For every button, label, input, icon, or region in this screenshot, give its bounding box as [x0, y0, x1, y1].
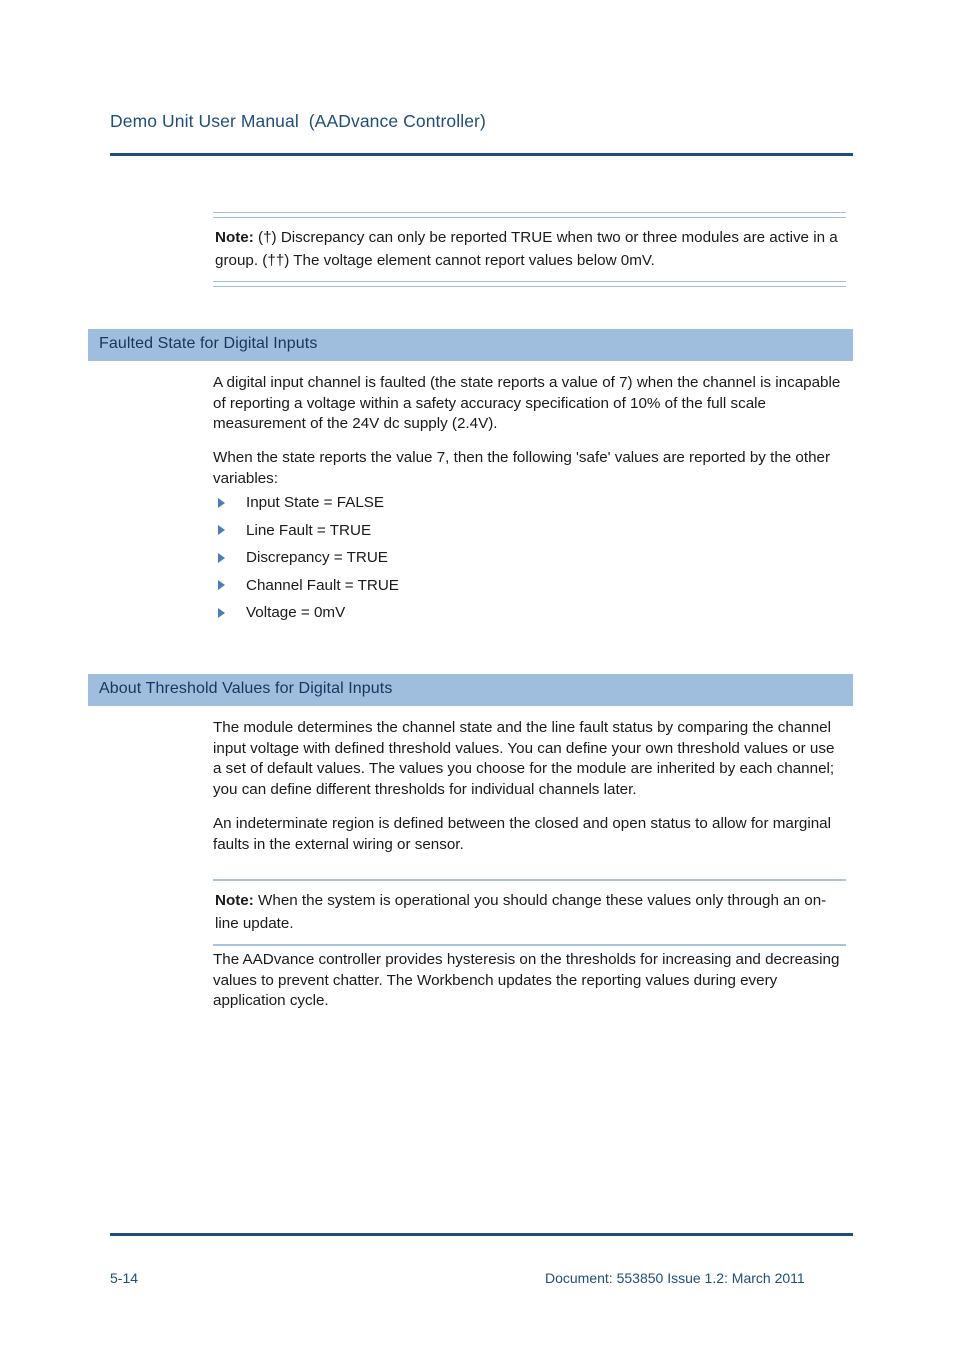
note-top-body: (†) Discrepancy can only be reported TRU… — [215, 229, 838, 269]
safe-values-list: Input State = FALSE Line Fault = TRUE Di… — [213, 493, 713, 631]
paragraph: The AADvance controller provides hystere… — [213, 951, 840, 1010]
triangle-bullet-icon — [218, 497, 225, 508]
note-bottom-border — [213, 944, 846, 946]
section-heading-threshold-values: About Threshold Values for Digital Input… — [88, 674, 853, 706]
list-item: Discrepancy = TRUE — [213, 548, 713, 576]
note-top-text: Note: (†) Discrepancy can only be report… — [213, 218, 846, 281]
list-item: Channel Fault = TRUE — [213, 576, 713, 604]
note-middle-body: When the system is operational you shoul… — [215, 892, 827, 932]
list-item-label: Voltage = 0mV — [246, 604, 346, 621]
list-item-label: Channel Fault = TRUE — [246, 576, 399, 594]
note-bottom-border — [213, 281, 846, 287]
triangle-bullet-icon — [218, 580, 225, 590]
list-item: Voltage = 0mV — [213, 603, 713, 631]
section-heading-faulted-state: Faulted State for Digital Inputs — [88, 329, 853, 361]
section-body-faulted-state: A digital input channel is faulted (the … — [213, 373, 846, 490]
note-top-label: Note: — [215, 229, 254, 246]
section-closing-paragraph: The AADvance controller provides hystere… — [213, 950, 846, 1012]
list-item-label: Discrepancy = TRUE — [246, 549, 388, 566]
note-box-discrepancy: Note: (†) Discrepancy can only be report… — [213, 212, 846, 287]
note-middle-text: Note: When the system is operational you… — [213, 881, 846, 944]
triangle-bullet-icon — [218, 525, 225, 535]
paragraph: A digital input channel is faulted (the … — [213, 374, 841, 433]
list-item-label: Line Fault = TRUE — [246, 521, 372, 539]
section-heading-label: About Threshold Values for Digital Input… — [99, 680, 393, 697]
document-page: Demo Unit User Manual (AADvance Controll… — [0, 0, 954, 1351]
note-box-online-update: Note: When the system is operational you… — [213, 879, 846, 946]
paragraph: The module determines the channel state … — [213, 719, 835, 799]
page-header-title: Demo Unit User Manual (AADvance Controll… — [110, 111, 486, 131]
list-item: Line Fault = TRUE — [213, 521, 713, 549]
triangle-bullet-icon — [218, 607, 225, 618]
header-divider-rule — [110, 153, 853, 156]
paragraph: An indeterminate region is defined betwe… — [213, 814, 832, 853]
paragraph: When the state reports the value 7, then… — [213, 449, 831, 487]
triangle-bullet-icon — [218, 552, 225, 563]
footer-document-info: Document: 553850 Issue 1.2: March 2011 — [545, 1270, 805, 1286]
list-item-label: Input State = FALSE — [246, 494, 385, 511]
list-item: Input State = FALSE — [213, 493, 713, 521]
footer-divider-rule — [110, 1233, 853, 1236]
footer-page-number: 5-14 — [110, 1270, 139, 1286]
section-body-threshold-values: The module determines the channel state … — [213, 718, 846, 855]
section-heading-label: Faulted State for Digital Inputs — [99, 335, 318, 352]
note-middle-label: Note: — [215, 892, 254, 909]
